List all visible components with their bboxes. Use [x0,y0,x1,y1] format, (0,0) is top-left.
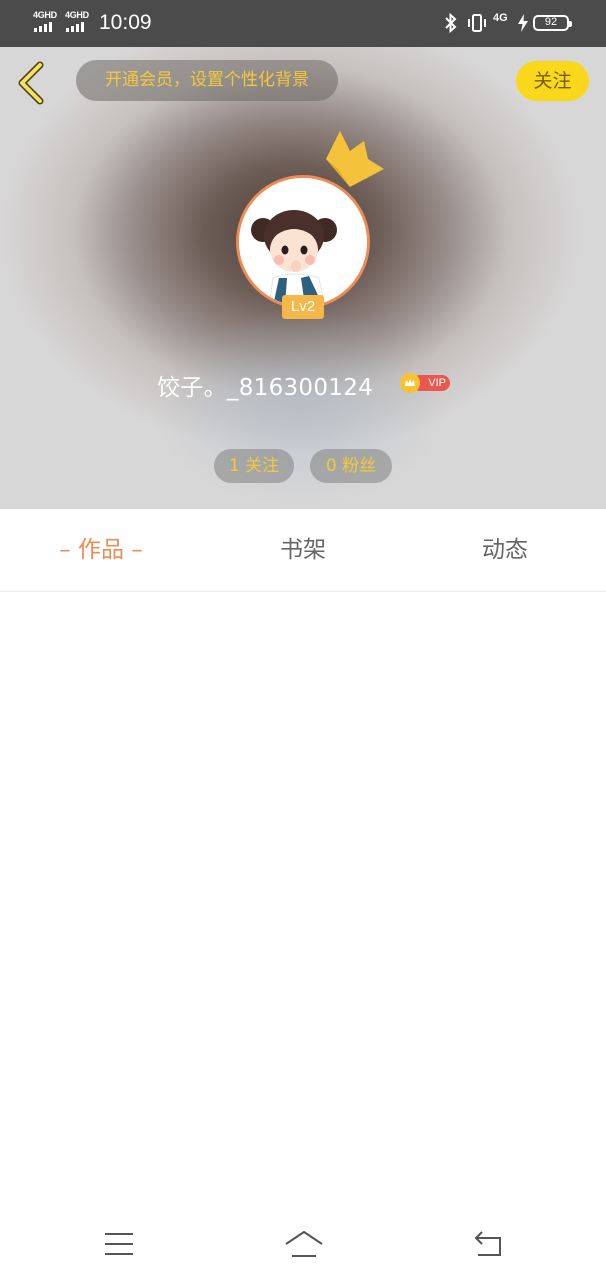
clock: 10:09 [99,11,152,34]
profile-tabs: – 作品 – 书架 动态 [0,509,606,592]
avatar[interactable] [236,175,370,309]
fans-count[interactable]: 0 粉丝 [310,449,392,483]
back-button[interactable] [14,61,50,105]
level-badge: Lv2 [282,295,324,319]
profile-header: 开通会员，设置个性化背景 关注 Lv2 饺子。_816300124 VIP 1 … [0,47,606,509]
following-count[interactable]: 1 关注 [214,449,294,483]
follow-button[interactable]: 关注 [516,61,589,101]
bluetooth-icon [445,13,457,33]
username: 饺子。_816300124 [157,375,374,401]
home-icon[interactable] [284,1230,324,1260]
content-area [0,592,606,1212]
vip-background-banner[interactable]: 开通会员，设置个性化背景 [76,60,338,101]
network-type: 4G [493,12,508,24]
tab-works[interactable]: – 作品 – [40,509,162,591]
system-nav-bar [0,1212,606,1280]
tab-bookshelf[interactable]: 书架 [243,509,363,591]
battery-level: 92 [544,16,558,28]
status-bar: 4GHD 4GHD 10:09 4G 92 [0,0,606,47]
background-glow [150,307,450,507]
menu-icon[interactable] [103,1230,135,1258]
charging-icon [518,14,528,32]
tab-activity[interactable]: 动态 [445,509,565,591]
avatar-image [239,178,367,306]
crown-coin-icon [400,373,420,393]
vip-badge: VIP [400,373,450,393]
signal-icon: 4GHD [65,10,93,34]
signal-icon: 4GHD [33,10,61,34]
back-nav-icon[interactable] [472,1230,504,1258]
vibrate-icon [468,14,486,32]
battery-icon: 92 [533,15,572,31]
